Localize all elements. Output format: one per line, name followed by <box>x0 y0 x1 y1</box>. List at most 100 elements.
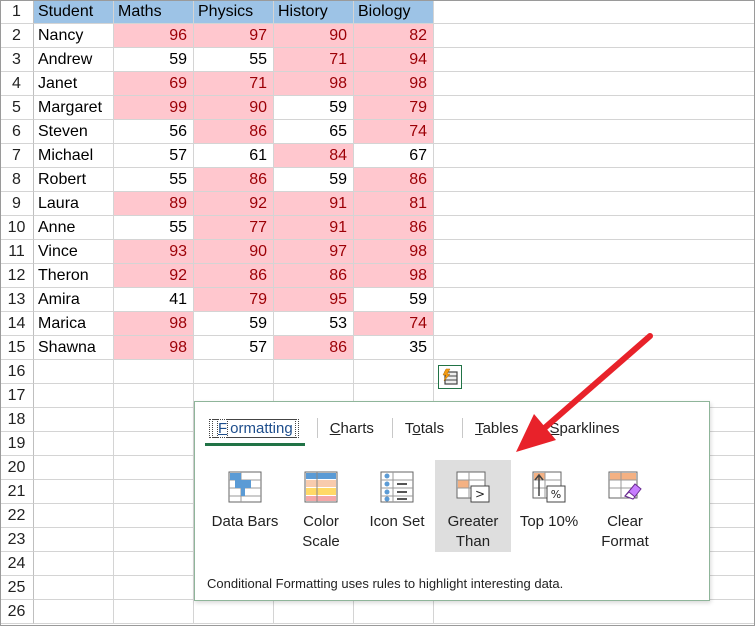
student-name-cell[interactable]: Janet <box>34 72 114 96</box>
score-cell[interactable]: 55 <box>114 168 194 192</box>
score-cell[interactable]: 56 <box>114 120 194 144</box>
score-cell[interactable]: 59 <box>114 48 194 72</box>
top-10-percent-button[interactable]: % Top 10% <box>511 460 587 552</box>
score-cell[interactable]: 61 <box>194 144 274 168</box>
empty-cell[interactable] <box>434 264 755 288</box>
row-header[interactable]: 4 <box>0 72 34 96</box>
row-header[interactable]: 26 <box>0 600 34 624</box>
student-name-cell[interactable]: Theron <box>34 264 114 288</box>
empty-cell[interactable] <box>434 72 755 96</box>
empty-cell[interactable] <box>434 336 755 360</box>
color-scale-button[interactable]: Color Scale <box>283 460 359 552</box>
empty-cell[interactable] <box>354 360 434 384</box>
score-cell[interactable]: 71 <box>274 48 354 72</box>
row-header[interactable]: 24 <box>0 552 34 576</box>
empty-cell[interactable] <box>34 456 114 480</box>
empty-cell[interactable] <box>434 360 755 384</box>
score-cell[interactable]: 57 <box>114 144 194 168</box>
score-cell[interactable]: 41 <box>114 288 194 312</box>
score-cell[interactable]: 86 <box>194 168 274 192</box>
row-header[interactable]: 16 <box>0 360 34 384</box>
empty-cell[interactable] <box>194 360 274 384</box>
row-header[interactable]: 13 <box>0 288 34 312</box>
student-name-cell[interactable]: Shawna <box>34 336 114 360</box>
empty-cell[interactable] <box>34 504 114 528</box>
score-cell[interactable]: 98 <box>114 312 194 336</box>
score-cell[interactable]: 86 <box>194 264 274 288</box>
score-cell[interactable]: 81 <box>354 192 434 216</box>
score-cell[interactable]: 90 <box>194 240 274 264</box>
student-name-cell[interactable]: Michael <box>34 144 114 168</box>
student-name-cell[interactable]: Margaret <box>34 96 114 120</box>
empty-cell[interactable] <box>434 312 755 336</box>
greater-than-button[interactable]: > Greater Than <box>435 460 511 552</box>
score-cell[interactable]: 59 <box>274 168 354 192</box>
student-name-cell[interactable]: Steven <box>34 120 114 144</box>
score-cell[interactable]: 96 <box>114 24 194 48</box>
empty-cell[interactable] <box>114 432 194 456</box>
empty-cell[interactable] <box>434 120 755 144</box>
empty-cell[interactable] <box>114 360 194 384</box>
score-cell[interactable]: 98 <box>274 72 354 96</box>
empty-cell[interactable] <box>34 384 114 408</box>
empty-cell[interactable] <box>34 480 114 504</box>
score-cell[interactable]: 94 <box>354 48 434 72</box>
row-header[interactable]: 1 <box>0 0 34 24</box>
score-cell[interactable]: 93 <box>114 240 194 264</box>
score-cell[interactable]: 98 <box>354 264 434 288</box>
score-cell[interactable]: 86 <box>194 120 274 144</box>
row-header[interactable]: 7 <box>0 144 34 168</box>
row-header[interactable]: 6 <box>0 120 34 144</box>
empty-cell[interactable] <box>34 360 114 384</box>
score-cell[interactable]: 79 <box>194 288 274 312</box>
score-cell[interactable]: 74 <box>354 120 434 144</box>
row-header[interactable]: 19 <box>0 432 34 456</box>
empty-cell[interactable] <box>434 600 755 624</box>
empty-cell[interactable] <box>114 480 194 504</box>
row-header[interactable]: 9 <box>0 192 34 216</box>
score-cell[interactable]: 55 <box>114 216 194 240</box>
empty-cell[interactable] <box>114 576 194 600</box>
empty-cell[interactable] <box>354 600 434 624</box>
score-cell[interactable]: 98 <box>354 240 434 264</box>
empty-cell[interactable] <box>434 216 755 240</box>
score-cell[interactable]: 92 <box>114 264 194 288</box>
score-cell[interactable]: 53 <box>274 312 354 336</box>
row-header[interactable]: 15 <box>0 336 34 360</box>
score-cell[interactable]: 90 <box>194 96 274 120</box>
row-header[interactable]: 14 <box>0 312 34 336</box>
empty-cell[interactable] <box>114 384 194 408</box>
score-cell[interactable]: 55 <box>194 48 274 72</box>
empty-cell[interactable] <box>34 528 114 552</box>
score-cell[interactable]: 98 <box>354 72 434 96</box>
score-cell[interactable]: 90 <box>274 24 354 48</box>
student-name-cell[interactable]: Amira <box>34 288 114 312</box>
empty-cell[interactable] <box>434 240 755 264</box>
student-name-cell[interactable]: Nancy <box>34 24 114 48</box>
score-cell[interactable]: 59 <box>354 288 434 312</box>
empty-cell[interactable] <box>434 96 755 120</box>
row-header[interactable]: 8 <box>0 168 34 192</box>
score-cell[interactable]: 59 <box>194 312 274 336</box>
score-cell[interactable]: 91 <box>274 216 354 240</box>
tab-formatting[interactable]: Formatting <box>205 418 305 446</box>
empty-cell[interactable] <box>114 456 194 480</box>
row-header[interactable]: 20 <box>0 456 34 480</box>
row-header[interactable]: 2 <box>0 24 34 48</box>
column-header-cell[interactable]: Maths <box>114 0 194 24</box>
score-cell[interactable]: 84 <box>274 144 354 168</box>
data-bars-button[interactable]: Data Bars <box>207 460 283 552</box>
score-cell[interactable]: 86 <box>354 168 434 192</box>
score-cell[interactable]: 69 <box>114 72 194 96</box>
empty-cell[interactable] <box>114 408 194 432</box>
clear-format-button[interactable]: Clear Format <box>587 460 663 552</box>
score-cell[interactable]: 97 <box>274 240 354 264</box>
score-cell[interactable]: 71 <box>194 72 274 96</box>
score-cell[interactable]: 82 <box>354 24 434 48</box>
empty-cell[interactable] <box>34 552 114 576</box>
empty-cell[interactable] <box>114 552 194 576</box>
row-header[interactable]: 17 <box>0 384 34 408</box>
score-cell[interactable]: 79 <box>354 96 434 120</box>
score-cell[interactable]: 77 <box>194 216 274 240</box>
score-cell[interactable]: 99 <box>114 96 194 120</box>
